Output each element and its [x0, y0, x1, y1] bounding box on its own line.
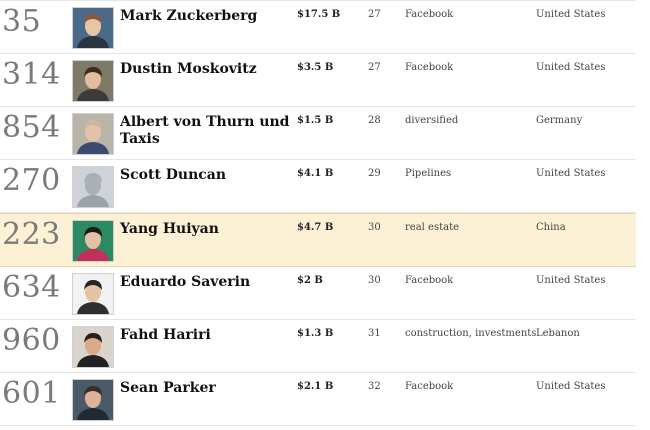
- table-row[interactable]: 634 Eduardo Saverin $2 B 30 Facebook Uni…: [0, 267, 636, 320]
- person-name-link[interactable]: Dustin Moskovitz: [120, 61, 290, 78]
- age: 29: [368, 168, 381, 179]
- rank-number: 601: [2, 376, 61, 411]
- age: 31: [368, 328, 381, 339]
- person-name-link[interactable]: Mark Zuckerberg: [120, 8, 290, 25]
- net-worth: $3.5 B: [297, 62, 334, 73]
- billionaires-table: 35 Mark Zuckerberg $17.5 B 27 Facebook U…: [0, 0, 636, 426]
- age: 30: [368, 222, 381, 233]
- portrait-image: [73, 114, 113, 154]
- table-row[interactable]: 270 Scott Duncan $4.1 B 29 Pipelines Uni…: [0, 160, 636, 213]
- portrait-image: [73, 327, 113, 367]
- net-worth: $1.3 B: [297, 328, 334, 339]
- net-worth: $2 B: [297, 275, 323, 286]
- rank-number: 634: [2, 270, 61, 305]
- age: 27: [368, 9, 381, 20]
- portrait-image: [73, 380, 113, 420]
- portrait-image: [73, 167, 113, 207]
- person-photo[interactable]: [72, 60, 114, 102]
- country: United States: [536, 9, 606, 20]
- age: 32: [368, 381, 381, 392]
- portrait-image: [73, 221, 113, 261]
- person-photo-placeholder[interactable]: [72, 166, 114, 208]
- country: United States: [536, 62, 606, 73]
- person-photo[interactable]: [72, 7, 114, 49]
- age: 30: [368, 275, 381, 286]
- person-photo[interactable]: [72, 113, 114, 155]
- age: 27: [368, 62, 381, 73]
- table-row[interactable]: 314 Dustin Moskovitz $3.5 B 27 Facebook …: [0, 54, 636, 107]
- wealth-source: diversified: [405, 115, 459, 126]
- rank-number: 960: [2, 323, 61, 358]
- person-photo[interactable]: [72, 273, 114, 315]
- person-name-link[interactable]: Eduardo Saverin: [120, 274, 290, 291]
- net-worth: $4.1 B: [297, 168, 334, 179]
- person-photo[interactable]: [72, 379, 114, 421]
- wealth-source: real estate: [405, 222, 460, 233]
- wealth-source: Facebook: [405, 275, 454, 286]
- rank-number: 223: [2, 217, 61, 252]
- net-worth: $2.1 B: [297, 381, 334, 392]
- wealth-source: Pipelines: [405, 168, 452, 179]
- rank-number: 854: [2, 110, 61, 145]
- table-row-highlighted[interactable]: 223 Yang Huiyan $4.7 B 30 real estate Ch…: [0, 213, 636, 267]
- wealth-source: Facebook: [405, 9, 454, 20]
- net-worth: $4.7 B: [297, 222, 334, 233]
- country: China: [536, 222, 566, 233]
- rank-number: 35: [2, 4, 42, 39]
- country: Lebanon: [536, 328, 580, 339]
- country: United States: [536, 168, 606, 179]
- country: United States: [536, 381, 606, 392]
- country: United States: [536, 275, 606, 286]
- portrait-image: [73, 274, 113, 314]
- rank-number: 314: [2, 57, 61, 92]
- table-row[interactable]: 854 Albert von Thurn und Taxis $1.5 B 28…: [0, 107, 636, 160]
- table-row[interactable]: 35 Mark Zuckerberg $17.5 B 27 Facebook U…: [0, 1, 636, 54]
- person-name-link[interactable]: Sean Parker: [120, 380, 290, 397]
- country: Germany: [536, 115, 583, 126]
- table-row[interactable]: 960 Fahd Hariri $1.3 B 31 construction, …: [0, 320, 636, 373]
- wealth-source: Facebook: [405, 62, 454, 73]
- wealth-source: Facebook: [405, 381, 454, 392]
- person-photo[interactable]: [72, 326, 114, 368]
- person-photo[interactable]: [72, 220, 114, 262]
- net-worth: $17.5 B: [297, 9, 341, 20]
- portrait-image: [73, 8, 113, 48]
- table-row[interactable]: 601 Sean Parker $2.1 B 32 Facebook Unite…: [0, 373, 636, 426]
- rank-number: 270: [2, 163, 61, 198]
- net-worth: $1.5 B: [297, 115, 334, 126]
- wealth-source: construction, investments: [405, 328, 537, 339]
- person-name-link[interactable]: Albert von Thurn und Taxis: [120, 114, 290, 148]
- age: 28: [368, 115, 381, 126]
- person-name-link[interactable]: Fahd Hariri: [120, 327, 290, 344]
- portrait-image: [73, 61, 113, 101]
- person-name-link[interactable]: Yang Huiyan: [120, 221, 290, 238]
- person-name-link[interactable]: Scott Duncan: [120, 167, 290, 184]
